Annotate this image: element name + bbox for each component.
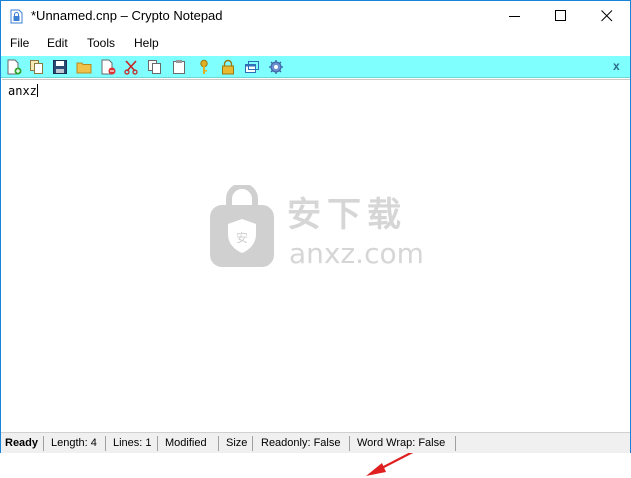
status-separator [105, 436, 106, 451]
windows-icon [245, 61, 259, 73]
status-modified: Modified [165, 437, 207, 449]
status-separator [157, 436, 158, 451]
close-icon [601, 10, 613, 22]
copy-file-icon [30, 60, 43, 74]
new-file-icon [7, 59, 22, 75]
paste-icon [173, 60, 185, 74]
status-lines: Lines: 1 [113, 437, 152, 449]
menu-help[interactable]: Help [134, 36, 159, 50]
svg-text:安: 安 [236, 230, 248, 245]
status-separator [218, 436, 219, 451]
cut-icon [124, 60, 138, 75]
minimize-icon [509, 16, 520, 17]
toolbar: x [1, 56, 630, 78]
status-separator [43, 436, 44, 451]
close-button[interactable] [584, 1, 630, 31]
save-icon [53, 60, 67, 74]
copy-file-button[interactable] [28, 58, 46, 76]
open-folder-icon [76, 62, 92, 74]
menu-tools[interactable]: Tools [87, 36, 115, 50]
key-button[interactable] [195, 58, 213, 76]
save-button[interactable] [51, 58, 69, 76]
editor-content: anxz [8, 84, 37, 98]
window-title: *Unnamed.cnp – Crypto Notepad [31, 8, 223, 23]
new-file-button[interactable] [5, 58, 23, 76]
lock-button[interactable] [219, 58, 237, 76]
app-lock-icon [10, 8, 23, 24]
status-bar: Ready Length: 4 Lines: 1 Modified Size R… [1, 432, 630, 453]
status-readonly: Readonly: False [261, 437, 341, 449]
menu-edit[interactable]: Edit [47, 36, 68, 50]
editor-textarea[interactable]: anxz 安 安下载 anxz.com [2, 79, 630, 476]
status-separator [252, 436, 253, 451]
key-icon [200, 59, 208, 74]
paste-button[interactable] [170, 58, 188, 76]
watermark-en-text: anxz.com [289, 237, 424, 270]
watermark-bag-icon: 安 [210, 185, 274, 267]
copy-button[interactable] [146, 58, 164, 76]
minimize-button[interactable] [492, 1, 538, 31]
status-length: Length: 4 [51, 437, 97, 449]
app-window: *Unnamed.cnp – Crypto Notepad File Edit … [0, 0, 631, 476]
status-separator [455, 436, 456, 451]
status-word-wrap: Word Wrap: False [357, 437, 446, 449]
delete-file-icon [101, 59, 116, 75]
maximize-button[interactable] [538, 1, 584, 31]
copy-icon [148, 60, 161, 74]
open-folder-button[interactable] [75, 58, 93, 76]
menu-bar: File Edit Tools Help [1, 32, 630, 55]
windows-button[interactable] [243, 58, 261, 76]
settings-button[interactable] [267, 58, 285, 76]
lock-icon [222, 59, 234, 75]
status-size: Size [226, 437, 248, 449]
title-bar[interactable]: *Unnamed.cnp – Crypto Notepad [1, 1, 630, 31]
text-caret [36, 84, 38, 97]
status-ready: Ready [5, 437, 39, 449]
delete-file-button[interactable] [99, 58, 117, 76]
menu-file[interactable]: File [10, 36, 29, 50]
maximize-icon [555, 10, 566, 21]
toolbar-close-button[interactable]: x [613, 59, 620, 73]
watermark: 安 安下载 anxz.com [207, 185, 437, 275]
watermark-cn-text: 安下载 [287, 195, 407, 235]
settings-icon [269, 60, 283, 74]
cut-button[interactable] [122, 58, 140, 76]
status-separator [349, 436, 350, 451]
